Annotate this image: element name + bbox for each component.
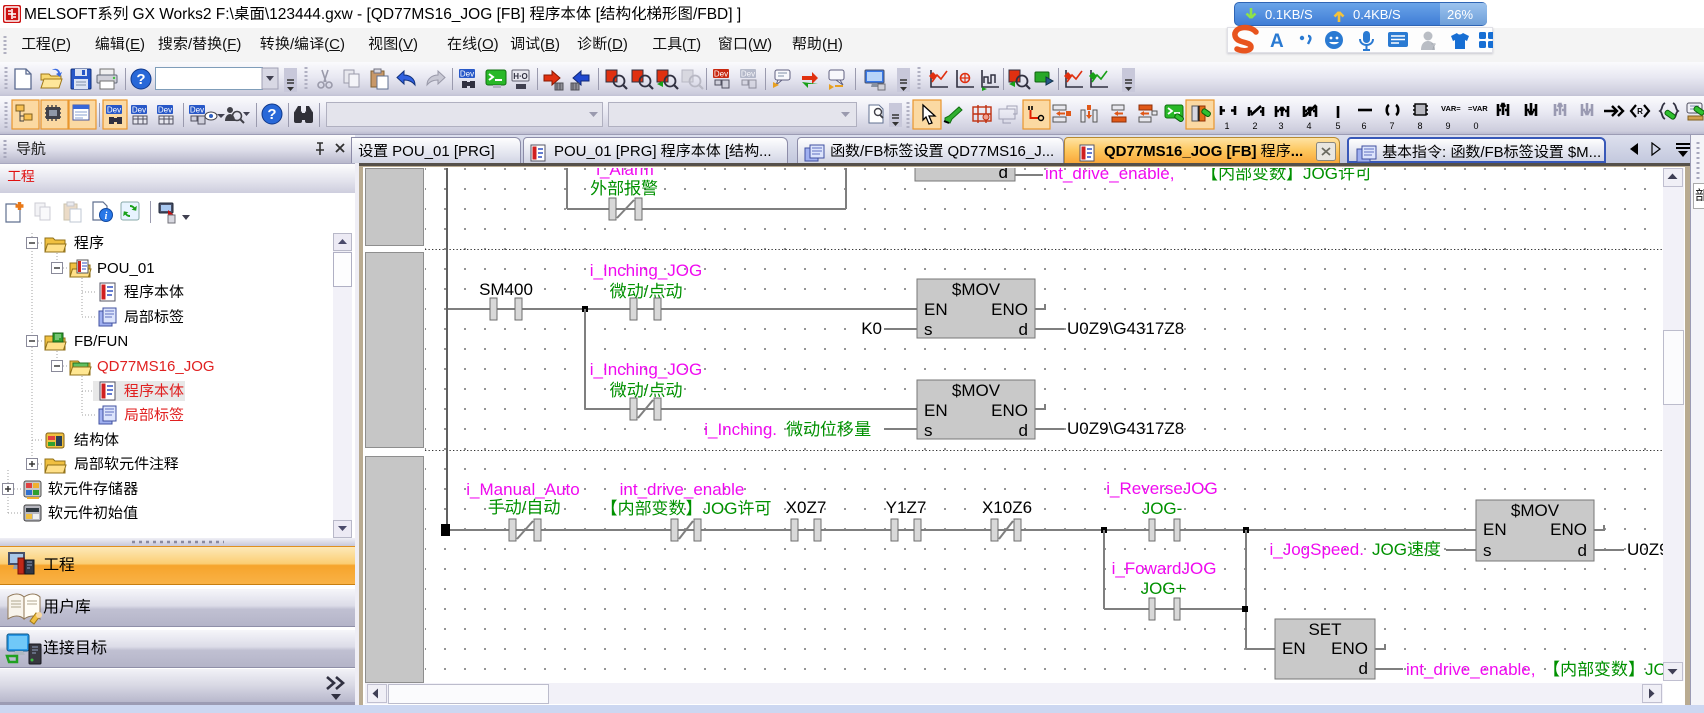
svg-text:JOG速度: JOG速度: [1372, 540, 1441, 558]
svg-text:微动位移量: 微动位移量: [786, 420, 871, 438]
svg-text:U0Z9\G4317Z8: U0Z9\G4317Z8: [1067, 320, 1184, 337]
svg-text:?: ?: [136, 71, 145, 86]
svg-text:X10Z6: X10Z6: [982, 499, 1032, 516]
svg-text:R: R: [1637, 107, 1643, 116]
svg-text:7: 7: [1389, 121, 1394, 131]
svg-text:s: s: [924, 422, 933, 439]
svg-text:外部报警: 外部报警: [590, 179, 658, 197]
svg-text:POU_01: POU_01: [97, 260, 155, 276]
svg-text:$MOV: $MOV: [952, 382, 1001, 399]
svg-text:Dev: Dev: [460, 70, 474, 79]
svg-text:s: s: [1483, 542, 1492, 559]
svg-text:SET: SET: [1308, 621, 1341, 638]
svg-text:i_Inching_JOG: i_Inching_JOG: [590, 361, 702, 379]
svg-text:7: 7: [1431, 42, 1436, 52]
svg-text:X0Z7: X0Z7: [786, 499, 827, 516]
svg-text:K0: K0: [861, 320, 882, 337]
svg-text:i: i: [105, 211, 108, 222]
svg-text:JOG-: JOG-: [1142, 500, 1183, 517]
svg-text:软元件初始值: 软元件初始值: [48, 504, 138, 520]
svg-text:局部标签: 局部标签: [124, 308, 184, 324]
svg-text:$MOV: $MOV: [952, 281, 1001, 298]
svg-text:?: ?: [267, 106, 276, 121]
svg-text:程序本体: 程序本体: [124, 284, 184, 299]
svg-text:EN: EN: [1282, 640, 1306, 657]
svg-text:i_Manual_Auto: i_Manual_Auto: [466, 481, 579, 499]
svg-text:局部标签: 局部标签: [124, 406, 184, 422]
svg-text:Dev: Dev: [714, 70, 728, 79]
svg-text:H‧O: H‧O: [513, 72, 528, 81]
svg-text:Dev: Dev: [132, 106, 146, 115]
svg-text:d: d: [1359, 660, 1368, 677]
svg-text:SM400: SM400: [479, 281, 533, 298]
svg-text:i_JogSpeed.: i_JogSpeed.: [1269, 541, 1364, 559]
svg-text:Dev: Dev: [158, 106, 172, 115]
svg-text:=VAR: =VAR: [1468, 104, 1488, 113]
svg-text:i_Inching_JOG: i_Inching_JOG: [590, 262, 702, 280]
svg-text:【内部变数】JOG许可: 【内部变数】JOG许可: [601, 499, 772, 517]
svg-text:微动/点动: 微动/点动: [610, 282, 683, 300]
svg-text:Dev: Dev: [107, 106, 121, 115]
svg-text:Dev: Dev: [741, 70, 755, 79]
svg-text:ENO: ENO: [991, 402, 1028, 419]
svg-text:d: d: [1019, 321, 1028, 338]
svg-text:手动/自动: 手动/自动: [488, 498, 561, 516]
svg-text:int_drive_enable: int_drive_enable: [620, 481, 745, 499]
svg-text:int_drive_enable,: int_drive_enable,: [1406, 661, 1535, 679]
svg-text:d: d: [1019, 422, 1028, 439]
svg-text:程序: 程序: [74, 235, 104, 250]
svg-text:结构体: 结构体: [74, 432, 119, 447]
svg-text:i_FowardJOG: i_FowardJOG: [1112, 560, 1217, 578]
svg-text:ENO: ENO: [1331, 640, 1368, 657]
svg-text:JOG+: JOG+: [1141, 580, 1186, 597]
svg-text:局部软元件注释: 局部软元件注释: [74, 456, 179, 471]
svg-text:0: 0: [1473, 121, 1478, 131]
svg-text:s: s: [924, 321, 933, 338]
svg-text:4: 4: [1306, 121, 1311, 131]
svg-text:VAR=: VAR=: [1441, 104, 1461, 113]
svg-text:Y1Z7: Y1Z7: [886, 499, 927, 516]
svg-text:i_ReverseJOG: i_ReverseJOG: [1106, 480, 1217, 498]
svg-text:程序本体: 程序本体: [124, 383, 184, 398]
svg-text:9: 9: [1445, 121, 1450, 131]
svg-text:A: A: [1270, 31, 1284, 52]
svg-text:QD77MS16_JOG: QD77MS16_JOG: [97, 358, 215, 374]
svg-text:8: 8: [1417, 121, 1422, 131]
svg-text:1: 1: [1224, 121, 1229, 131]
svg-text:ENO: ENO: [991, 301, 1028, 318]
svg-text:3: 3: [1278, 121, 1283, 131]
svg-text:i_Inching.: i_Inching.: [704, 421, 777, 439]
svg-text:2: 2: [1252, 121, 1257, 131]
svg-text:EN: EN: [924, 402, 948, 419]
svg-text:Dev: Dev: [190, 106, 204, 115]
svg-text:微动/点动: 微动/点动: [610, 381, 683, 399]
svg-text:5: 5: [1335, 121, 1340, 131]
svg-text:$MOV: $MOV: [1511, 502, 1560, 519]
svg-text:6: 6: [1361, 121, 1366, 131]
svg-text:d: d: [1578, 542, 1587, 559]
svg-text:EN: EN: [1483, 521, 1507, 538]
svg-text:ENO: ENO: [1550, 521, 1587, 538]
svg-text:EN: EN: [924, 301, 948, 318]
svg-text:软元件存储器: 软元件存储器: [48, 481, 138, 496]
svg-text:U0Z9\G4317Z8: U0Z9\G4317Z8: [1067, 420, 1184, 437]
svg-text:FB/FUN: FB/FUN: [74, 333, 128, 348]
